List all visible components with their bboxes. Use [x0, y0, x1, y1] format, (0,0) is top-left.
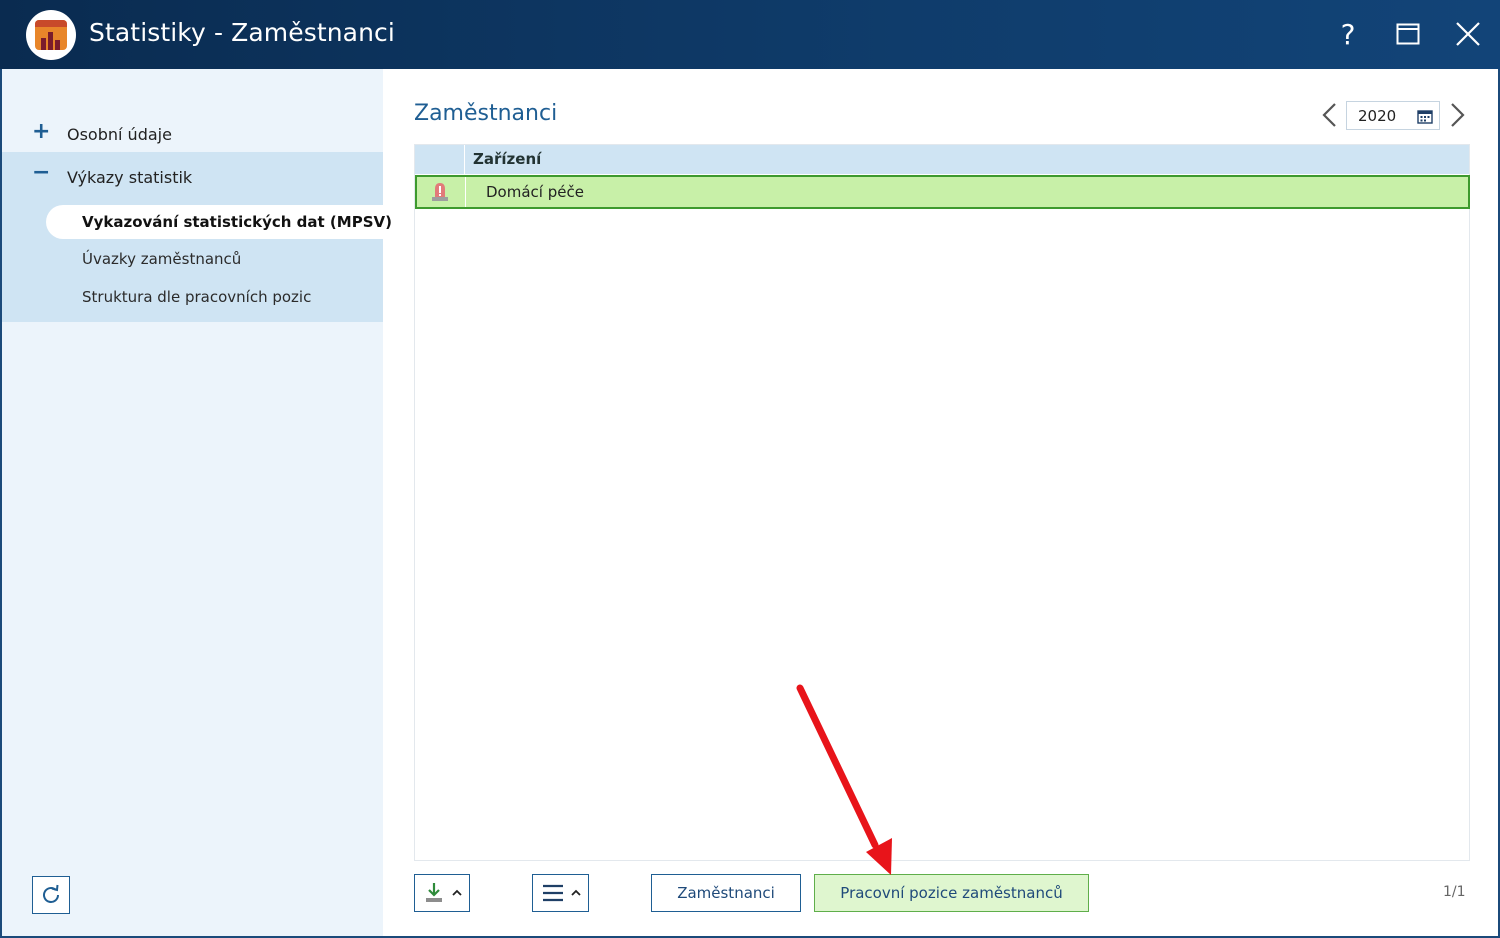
sidebar-item-osobni-udaje[interactable]: + Osobní údaje: [2, 113, 383, 153]
close-icon: [1456, 22, 1480, 46]
table-header: Zařízení: [415, 145, 1469, 174]
export-button[interactable]: [414, 874, 470, 912]
calendar-icon[interactable]: [1417, 109, 1433, 124]
next-year-button[interactable]: [1445, 100, 1469, 130]
app-logo-icon: [26, 10, 76, 60]
pager: 1/1: [1443, 884, 1466, 900]
maximize-icon: [1396, 23, 1420, 45]
column-header-zarizeni[interactable]: Zařízení: [473, 150, 541, 168]
alarm-icon: [432, 183, 448, 201]
collapse-icon: −: [32, 160, 51, 185]
download-icon: [426, 883, 442, 902]
sidebar-subitem-label: Struktura dle pracovních pozic: [82, 288, 312, 306]
sidebar-subitem-mpsv[interactable]: Vykazování statistických dat (MPSV): [46, 205, 392, 239]
sidebar-group-vykazy: − Výkazy statistik Vykazování statistick…: [2, 152, 392, 322]
caret-up-icon: [452, 889, 462, 896]
sidebar-subitem-struktura[interactable]: Struktura dle pracovních pozic: [46, 280, 383, 314]
sidebar-item-label: Výkazy statistik: [67, 168, 193, 187]
chevron-right-icon: [1451, 103, 1465, 127]
caret-up-icon: [571, 889, 581, 896]
table-row[interactable]: Domácí péče: [415, 175, 1470, 209]
employee-positions-button[interactable]: Pracovní pozice zaměstnanců: [814, 874, 1089, 912]
table-cell-zarizeni: Domácí péče: [486, 183, 584, 201]
year-value: 2020: [1358, 107, 1397, 125]
sidebar-subitem-uvazky[interactable]: Úvazky zaměstnanců: [46, 242, 383, 276]
refresh-icon: [43, 884, 59, 903]
page-title: Zaměstnanci: [414, 101, 558, 126]
title-bar: Statistiky - Zaměstnanci ?: [0, 0, 1500, 69]
sidebar-subitem-label: Vykazování statistických dat (MPSV): [82, 213, 392, 231]
sidebar-item-label: Osobní údaje: [67, 125, 172, 144]
maximize-button[interactable]: [1386, 12, 1430, 56]
help-button[interactable]: ?: [1326, 12, 1370, 56]
year-picker[interactable]: 2020: [1346, 101, 1440, 130]
hamburger-menu-icon: [543, 884, 563, 902]
menu-button[interactable]: [532, 874, 589, 912]
facilities-table: Zařízení Domácí péče: [414, 144, 1470, 861]
employees-button[interactable]: Zaměstnanci: [651, 874, 801, 912]
sidebar: + Osobní údaje − Výkazy statistik Vykazo…: [2, 69, 392, 936]
chevron-left-icon: [1322, 103, 1336, 127]
close-button[interactable]: [1446, 12, 1490, 56]
sidebar-item-vykazy-statistik[interactable]: − Výkazy statistik: [2, 152, 383, 196]
sidebar-subitem-label: Úvazky zaměstnanců: [82, 250, 242, 268]
window-title: Statistiky - Zaměstnanci: [89, 18, 395, 47]
expand-icon: +: [32, 119, 51, 144]
previous-year-button[interactable]: [1318, 100, 1342, 130]
refresh-button[interactable]: [32, 876, 70, 914]
